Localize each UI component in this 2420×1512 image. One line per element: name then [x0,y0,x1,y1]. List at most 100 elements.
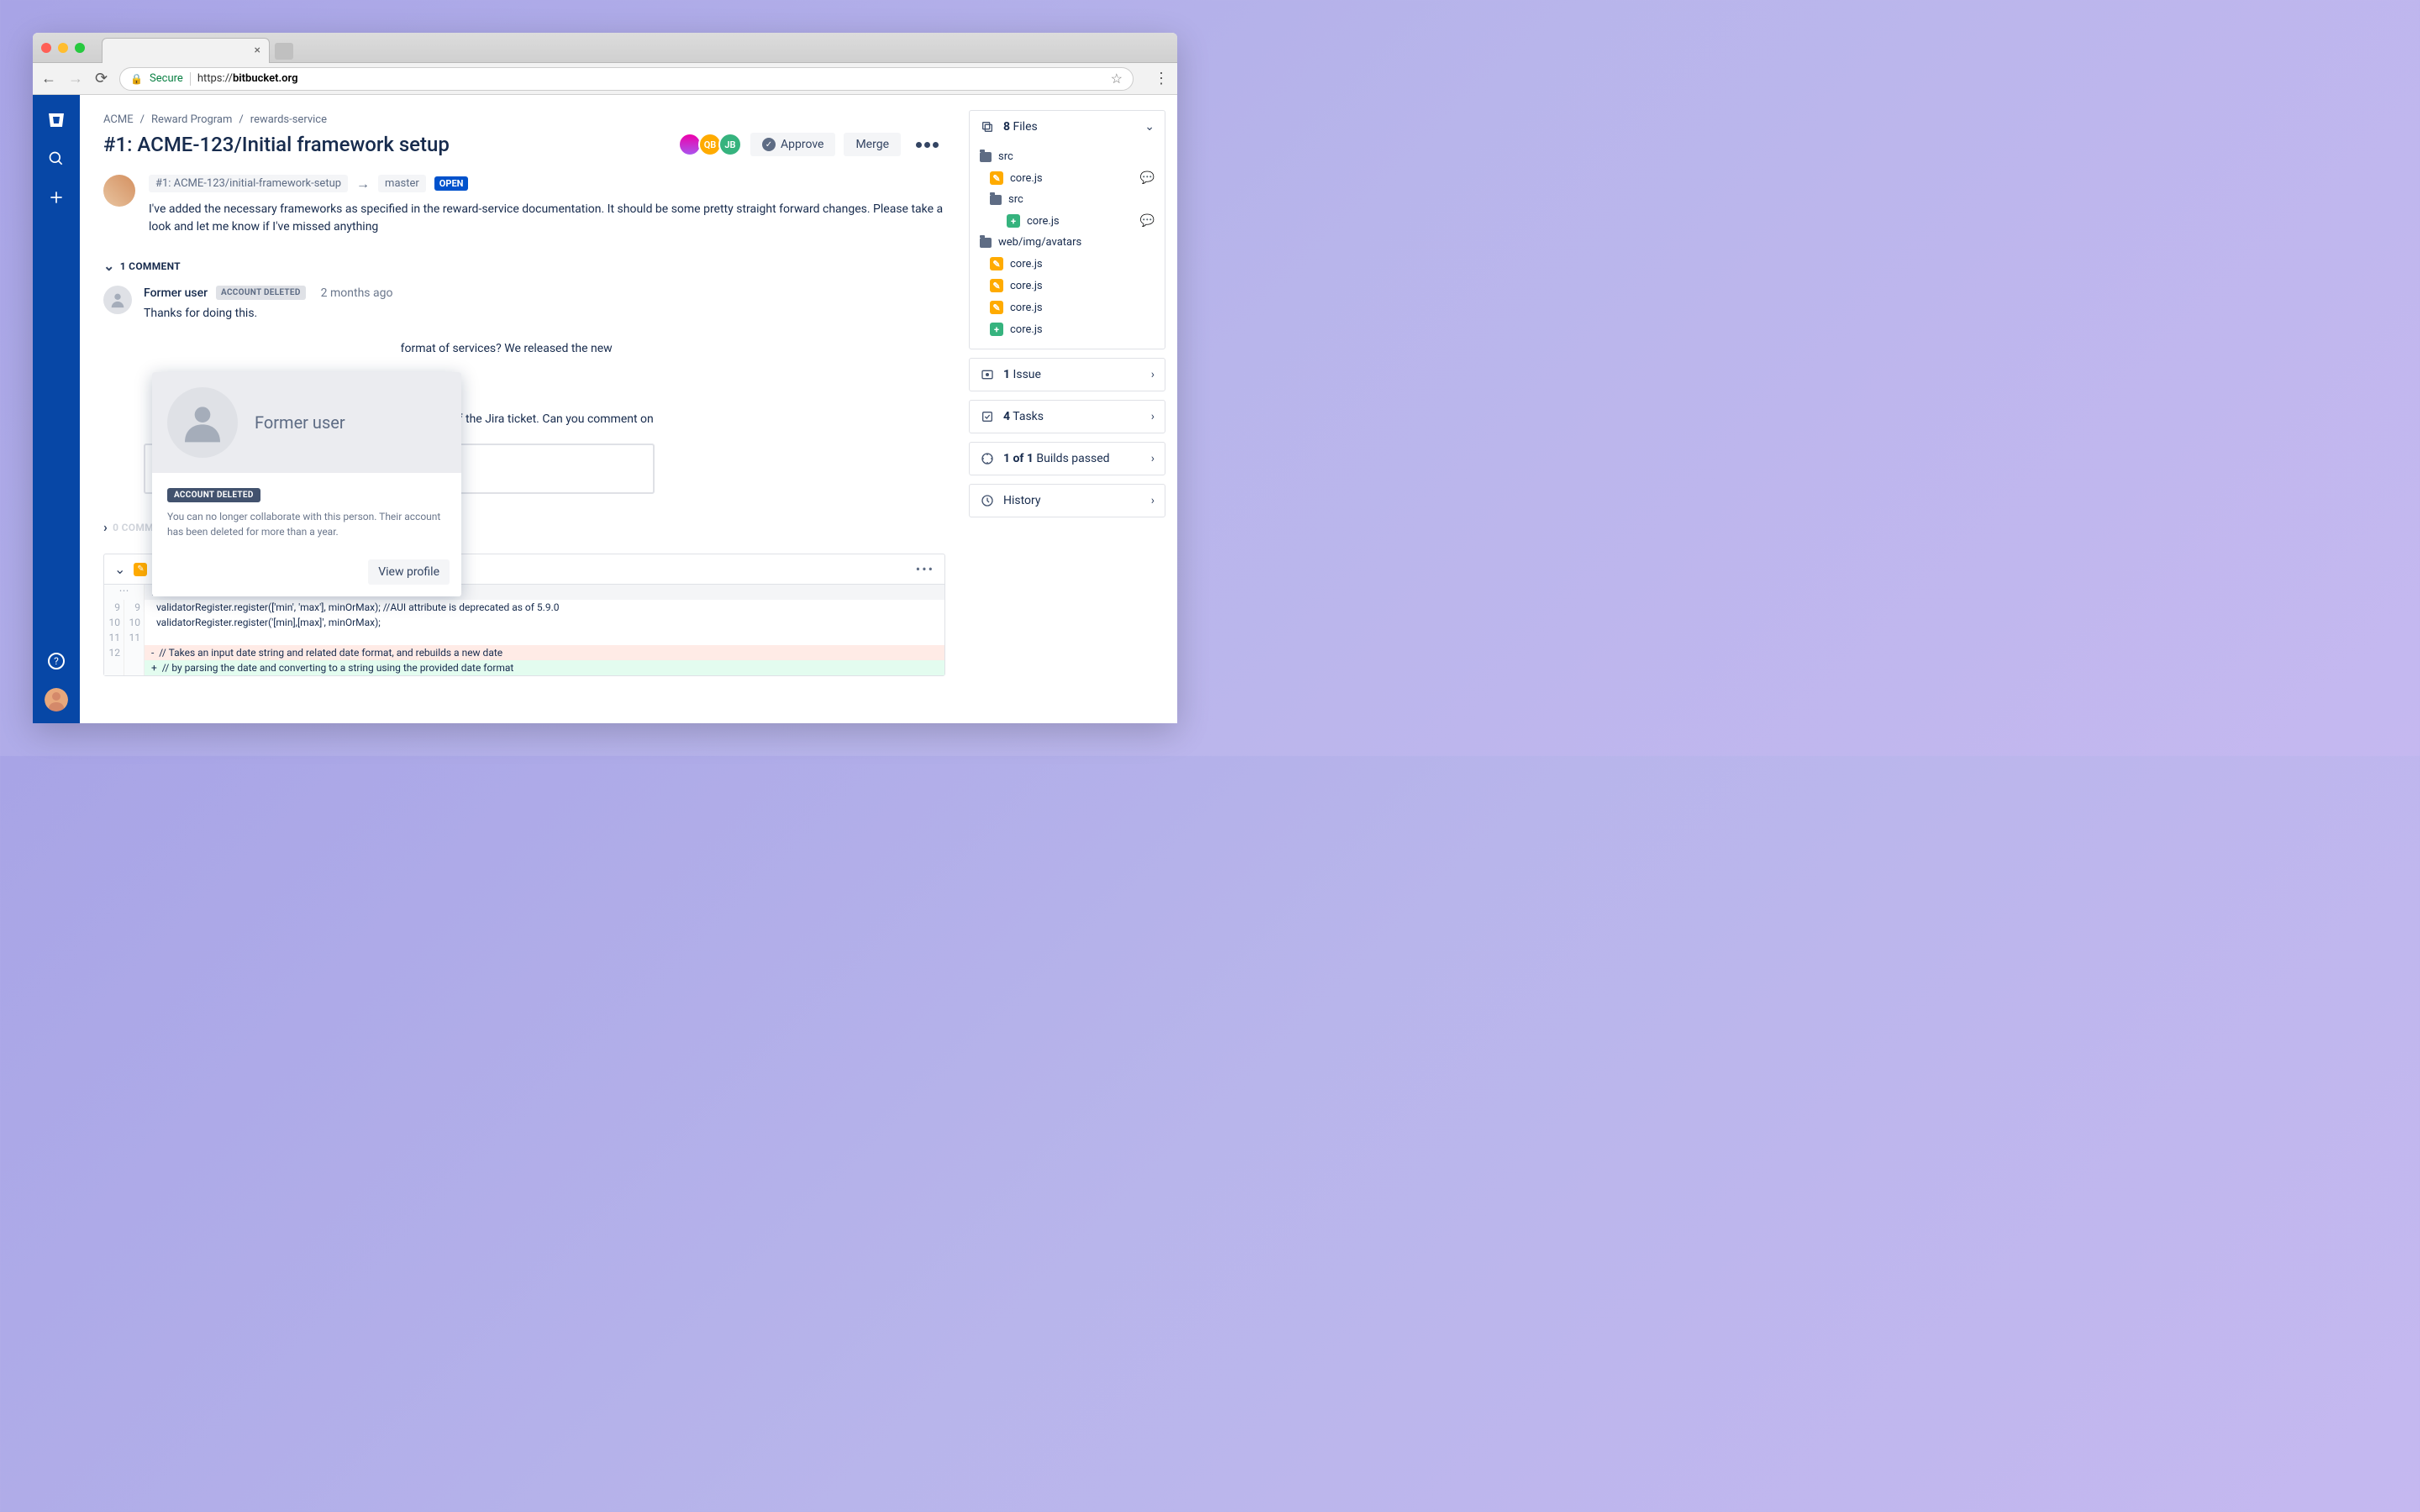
diff-line[interactable]: 12- // Takes an input date string and re… [104,645,944,660]
breadcrumb-link[interactable]: ACME [103,113,134,126]
comment-avatar[interactable] [103,286,132,314]
file-tree: src✎core.js💬src+core.js💬web/img/avatars✎… [970,143,1165,349]
tree-file[interactable]: ✎core.js [970,275,1165,297]
maximize-window-button[interactable] [75,43,85,53]
file-modified-icon: ✎ [134,563,147,576]
browser-tab[interactable]: × [102,38,270,63]
file-status-icon: + [1007,214,1020,228]
browser-menu-icon[interactable]: ⋮ [1154,70,1169,87]
tree-file[interactable]: ✎core.js [970,297,1165,318]
issues-card[interactable]: 1 Issue › [969,358,1165,391]
hovercard-name: Former user [255,412,345,433]
browser-toolbar: ← → ⟳ 🔒 Secure https://bitbucket.org ☆ ⋮ [33,63,1177,95]
comment-icon: 💬 [1140,214,1155,228]
reload-button[interactable]: ⟳ [95,70,108,87]
new-tab-button[interactable] [275,43,293,60]
diff-line[interactable]: 1010 validatorRegister.register('[min],[… [104,615,944,630]
chevron-down-icon: ⌄ [1144,120,1155,134]
tree-folder[interactable]: src [970,189,1165,210]
tree-folder[interactable]: web/img/avatars [970,232,1165,253]
file-status-icon: + [990,323,1003,336]
secure-label: Secure [150,72,183,85]
pr-header: #1: ACME-123/Initial framework setup QB … [103,133,945,156]
file-status-icon: ✎ [990,257,1003,270]
global-sidebar: ? [33,95,80,723]
minimize-window-button[interactable] [58,43,68,53]
file-status-icon: ✎ [990,279,1003,292]
history-icon [980,493,995,508]
tree-file[interactable]: ✎core.js💬 [970,167,1165,189]
back-button[interactable]: ← [41,70,56,87]
folder-icon [980,152,992,162]
tasks-card[interactable]: 4 Tasks › [969,400,1165,433]
avatar[interactable]: JB [718,133,742,156]
address-bar[interactable]: 🔒 Secure https://bitbucket.org ☆ [119,67,1134,91]
profile-avatar[interactable] [45,688,68,711]
search-icon[interactable] [46,149,66,169]
browser-tab-strip: × [33,33,1177,63]
right-panel: 8 Files ⌄ src✎core.js💬src+core.js💬web/im… [969,95,1177,723]
tree-folder[interactable]: src [970,146,1165,167]
chevron-right-icon: › [1151,410,1155,423]
chevron-right-icon: › [103,519,108,535]
bitbucket-logo-icon[interactable] [46,110,66,130]
arrow-right-icon: → [356,176,370,192]
account-deleted-badge: ACCOUNT DELETED [216,286,306,300]
user-hovercard: Former user ACCOUNT DELETED You can no l… [152,372,461,596]
forward-button[interactable]: → [68,70,83,87]
view-profile-button[interactable]: View profile [368,559,450,585]
hovercard-message: You can no longer collaborate with this … [167,509,446,539]
separator [190,72,191,86]
pr-description: I've added the necessary frameworks as s… [149,201,945,236]
target-branch[interactable]: master [378,175,426,192]
hovercard-badge: ACCOUNT DELETED [167,488,260,502]
breadcrumb-link[interactable]: rewards-service [250,113,327,126]
chevron-down-icon: ⌄ [103,258,115,274]
url-text: https://bitbucket.org [197,72,298,85]
folder-icon [990,195,1002,205]
copy-icon [980,119,995,134]
lock-icon: 🔒 [130,73,143,85]
close-window-button[interactable] [41,43,51,53]
reviewer-avatars: QB JB [681,133,742,156]
tree-file[interactable]: +core.js💬 [970,210,1165,232]
chevron-right-icon: › [1151,452,1155,465]
comment-author[interactable]: Former user [144,286,208,300]
close-tab-icon[interactable]: × [255,44,260,57]
more-actions-button[interactable] [909,135,945,155]
author-avatar[interactable] [103,175,135,207]
build-icon [980,451,995,466]
diff-line[interactable]: + // by parsing the date and converting … [104,660,944,675]
page-title: #1: ACME-123/Initial framework setup [103,133,450,156]
source-branch[interactable]: #1: ACME-123/initial-framework-setup [149,175,348,192]
hovercard-avatar [167,387,238,458]
create-icon[interactable] [46,187,66,207]
comments-section-header[interactable]: ⌄ 1 COMMENT [103,258,945,274]
chevron-right-icon: › [1151,368,1155,381]
comment-icon: 💬 [1140,171,1155,185]
help-icon[interactable]: ? [48,653,65,669]
task-icon [980,409,995,424]
breadcrumb-link[interactable]: Reward Program [151,113,232,126]
file-status-icon: ✎ [990,301,1003,314]
file-status-icon: ✎ [990,171,1003,185]
diff-line[interactable]: 99 validatorRegister.register(['min', 'm… [104,600,944,615]
merge-button[interactable]: Merge [844,133,901,156]
check-icon: ✓ [762,138,776,151]
issue-icon [980,367,995,382]
chevron-down-icon: ⌄ [114,561,125,577]
files-card-header[interactable]: 8 Files ⌄ [970,111,1165,143]
branch-row: #1: ACME-123/initial-framework-setup → m… [149,175,945,192]
tree-file[interactable]: ✎core.js [970,253,1165,275]
bookmark-star-icon[interactable]: ☆ [1111,71,1123,87]
chevron-right-icon: › [1151,494,1155,507]
diff-more-button[interactable]: ••• [916,561,934,577]
window-controls [41,43,85,53]
diff-line[interactable]: 1111 [104,630,944,645]
history-card[interactable]: History › [969,484,1165,517]
builds-card[interactable]: 1 of 1 Builds passed › [969,442,1165,475]
approve-button[interactable]: ✓ Approve [750,133,835,156]
files-card: 8 Files ⌄ src✎core.js💬src+core.js💬web/im… [969,110,1165,349]
tree-file[interactable]: +core.js [970,318,1165,340]
comment-timestamp: 2 months ago [321,286,393,300]
